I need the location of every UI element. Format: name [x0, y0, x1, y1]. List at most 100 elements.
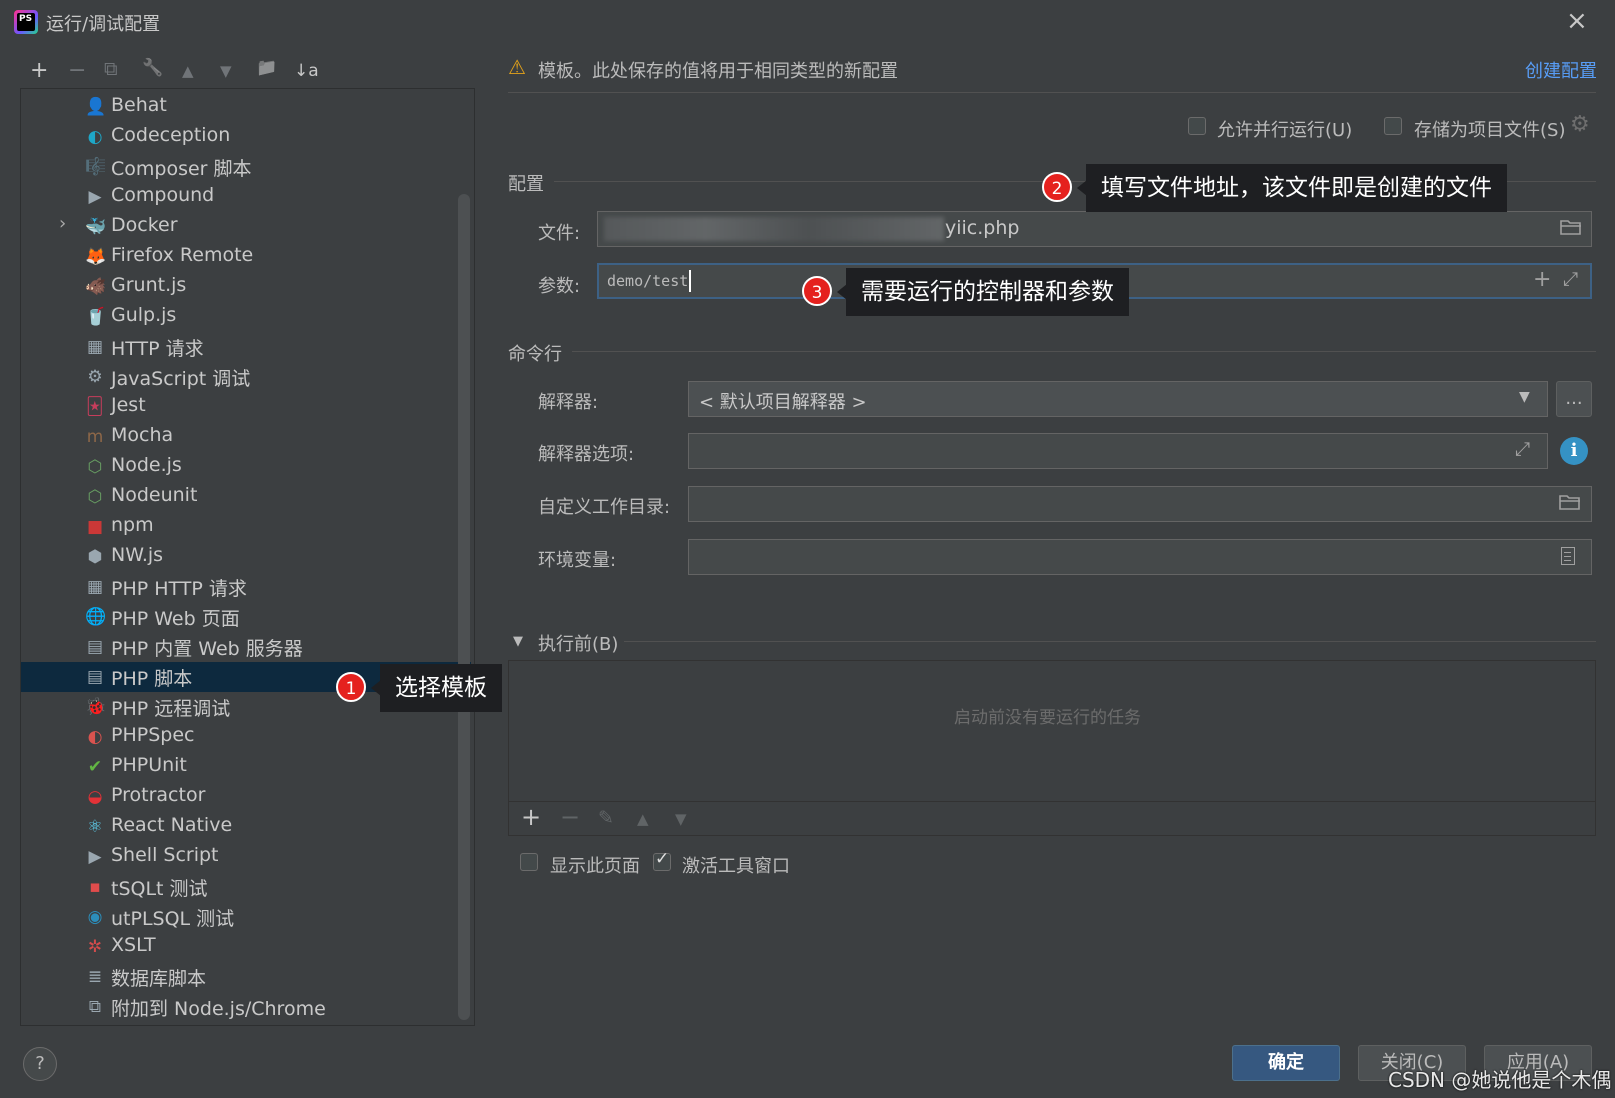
tree-item[interactable]: m Mocha	[21, 422, 471, 452]
tree-item[interactable]: ▶ Compound	[21, 182, 471, 212]
ok-button[interactable]: 确定	[1232, 1045, 1340, 1081]
move-down-icon[interactable]: ▼	[220, 62, 232, 80]
move-task-down-icon[interactable]: ▼	[675, 810, 687, 828]
collapse-chevron-icon[interactable]: ▼	[513, 634, 523, 649]
tree-item[interactable]: ◒ Protractor	[21, 782, 471, 812]
edit-task-icon[interactable]: ✎	[598, 807, 614, 829]
tree-item[interactable]: 🥤 Gulp.js	[21, 302, 471, 332]
tree-item-label: utPLSQL 测试	[111, 908, 235, 930]
annotation-callout-3: 需要运行的控制器和参数	[837, 268, 1129, 316]
tree-item-label: JavaScript 调试	[111, 368, 251, 390]
tree-item-label: Mocha	[111, 424, 174, 446]
nodeunit-icon: ⬡	[87, 487, 103, 507]
add-config-icon[interactable]: +	[30, 58, 48, 83]
tree-item[interactable]: 🎼 Composer 脚本	[21, 152, 471, 182]
tree-item[interactable]: 🐗 Grunt.js	[21, 272, 471, 302]
tree-item[interactable]: ⬡ Node.js	[21, 452, 471, 482]
remove-config-icon[interactable]: −	[68, 58, 86, 83]
allow-parallel-checkbox[interactable]	[1188, 117, 1206, 135]
wrench-icon[interactable]: 🔧	[142, 58, 163, 78]
tree-item[interactable]: ▦ PHP HTTP 请求	[21, 572, 471, 602]
tree-item-label: PHP HTTP 请求	[111, 578, 247, 600]
file-field[interactable]: yiic.php	[597, 211, 1592, 247]
php-http-icon: ▦	[86, 577, 104, 597]
tree-scrollbar[interactable]	[458, 194, 470, 1020]
tree-item-label: tSQLt 测试	[111, 878, 208, 900]
browse-folder-icon[interactable]	[1559, 493, 1581, 516]
tree-item-label: PHP 远程调试	[111, 698, 231, 720]
tree-item[interactable]: ⚙ JavaScript 调试	[21, 362, 471, 392]
info-icon[interactable]: i	[1560, 437, 1588, 465]
workdir-label: 自定义工作目录:	[538, 497, 671, 518]
tree-item[interactable]: ◐ Codeception	[21, 122, 471, 152]
tree-item[interactable]: ▤ PHP 内置 Web 服务器	[21, 632, 471, 662]
tree-item-label: Firefox Remote	[111, 244, 254, 266]
move-up-icon[interactable]: ▲	[182, 62, 194, 80]
copy-config-icon[interactable]: ⧉	[104, 58, 118, 80]
tree-item[interactable]: ■ npm	[21, 512, 471, 542]
compound-icon: ▶	[88, 187, 102, 207]
expand-icon[interactable]: ⤢	[1515, 438, 1530, 460]
show-page-checkbox[interactable]	[520, 853, 538, 871]
interpreter-more-button[interactable]: ...	[1556, 381, 1592, 417]
interpreter-select[interactable]: < 默认项目解释器 > ▼	[688, 381, 1548, 417]
annotation-badge-1: 1	[336, 672, 366, 702]
tree-item[interactable]: ▶ Shell Script	[21, 842, 471, 872]
move-task-up-icon[interactable]: ▲	[637, 810, 649, 828]
tree-item[interactable]: › 🐳 Docker	[21, 212, 471, 242]
tree-item[interactable]: 👤 Behat	[21, 92, 471, 122]
store-as-file-checkbox[interactable]	[1384, 117, 1402, 135]
tree-item[interactable]: ▦ HTTP 请求	[21, 332, 471, 362]
file-label: 文件:	[538, 223, 581, 244]
edit-env-icon[interactable]	[1561, 547, 1575, 565]
activate-tool-checkbox[interactable]: ✓	[653, 849, 671, 871]
protractor-icon: ◒	[87, 787, 103, 807]
tree-item-label: Grunt.js	[111, 274, 187, 296]
interp-options-field[interactable]: ⤢	[688, 433, 1548, 469]
person-icon: 👤	[85, 97, 107, 117]
title-bar	[0, 0, 1615, 44]
tree-item[interactable]: ◉ utPLSQL 测试	[21, 902, 471, 932]
args-label: 参数:	[538, 276, 581, 297]
interpreter-label: 解释器:	[538, 392, 599, 413]
create-config-link[interactable]: 创建配置	[1525, 57, 1597, 83]
tree-item[interactable]: ⬡ Nodeunit	[21, 482, 471, 512]
tree-item[interactable]: ⧉ 附加到 Node.js/Chrome	[21, 992, 471, 1022]
sort-icon[interactable]: ↓a	[294, 61, 319, 81]
tree-item-label: Behat	[111, 94, 167, 116]
tree-item[interactable]: 🦊 Firefox Remote	[21, 242, 471, 272]
workdir-field[interactable]	[688, 486, 1592, 522]
config-type-tree[interactable]: 👤 Behat ◐ Codeception 🎼 Composer 脚本 ▶ Compound ›…	[20, 88, 475, 1026]
new-folder-icon[interactable]: 📁	[256, 58, 277, 78]
tree-item[interactable]: 🌐 PHP Web 页面	[21, 602, 471, 632]
gear-icon[interactable]: ⚙	[1570, 112, 1590, 137]
tree-item[interactable]: ✲ XSLT	[21, 932, 471, 962]
env-field[interactable]	[688, 539, 1592, 575]
tree-item[interactable]: ✔ PHPUnit	[21, 752, 471, 782]
tree-item[interactable]: ≣ 数据库脚本	[21, 962, 471, 992]
text-cursor	[689, 270, 691, 292]
help-button[interactable]: ?	[23, 1047, 57, 1081]
interpreter-value: < 默认项目解释器 >	[699, 392, 867, 413]
tree-item-label: 附加到 Node.js/Chrome	[111, 998, 326, 1020]
php-script-icon: ▤	[86, 667, 104, 687]
add-task-icon[interactable]: +	[521, 803, 541, 831]
tree-item[interactable]: ▪ tSQLt 测试	[21, 872, 471, 902]
store-as-file-label: 存储为项目文件(S)	[1414, 120, 1566, 141]
tree-item[interactable]: ◐ PHPSpec	[21, 722, 471, 752]
close-window-icon[interactable]: ×	[1566, 6, 1588, 36]
before-launch-list[interactable]: 启动前没有要运行的任务	[509, 661, 1595, 801]
add-param-icon[interactable]: +	[1533, 267, 1551, 292]
annotation-badge-3: 3	[802, 276, 832, 306]
tree-item-label: HTTP 请求	[111, 338, 204, 360]
browse-folder-icon[interactable]	[1560, 218, 1582, 241]
expand-icon[interactable]: ⤢	[1563, 268, 1578, 290]
tree-item-label: Codeception	[111, 124, 231, 146]
tree-item[interactable]: 🃏 Jest	[21, 392, 471, 422]
remove-task-icon[interactable]: −	[560, 803, 580, 831]
tree-item[interactable]: ⬢ NW.js	[21, 542, 471, 572]
phpunit-icon: ✔	[87, 757, 103, 777]
tree-item-label: PHPUnit	[111, 754, 187, 776]
chevron-right-icon[interactable]: ›	[59, 213, 66, 234]
tree-item[interactable]: ⚛ React Native	[21, 812, 471, 842]
